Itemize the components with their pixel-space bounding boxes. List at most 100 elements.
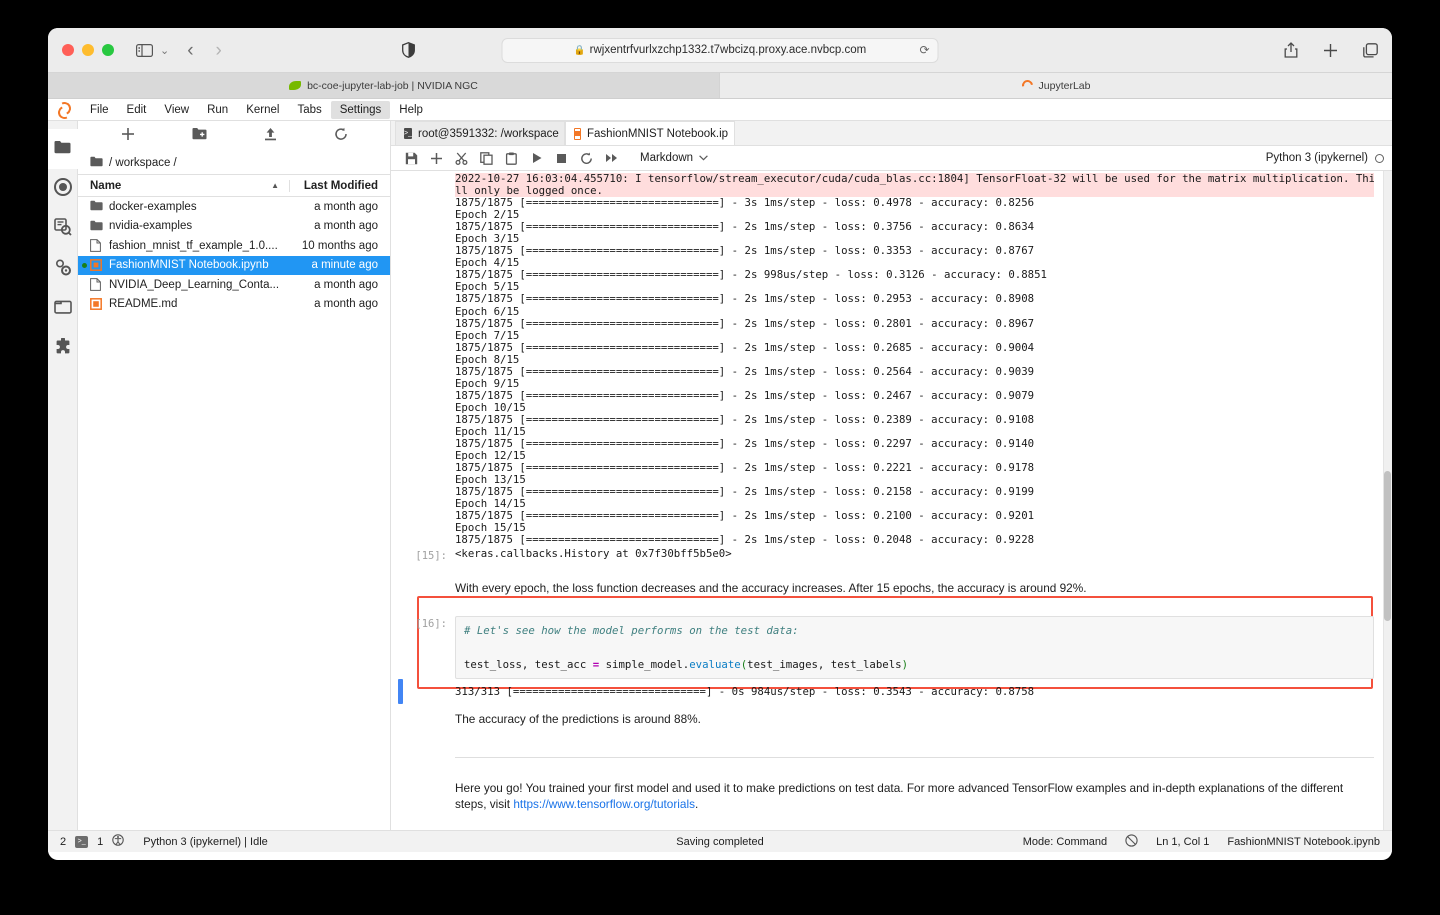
tab-overview-icon[interactable]	[1363, 42, 1378, 58]
cell-markdown-closing[interactable]: Here you go! You trained your first mode…	[391, 756, 1392, 831]
cell-markdown-accuracy-note[interactable]: The accuracy of the predictions is aroun…	[391, 711, 1392, 727]
kernel-indicator[interactable]: Python 3 (ipykernel)	[1266, 152, 1384, 164]
tab-label: root@3591332: /workspace	[417, 127, 559, 140]
markdown-body: Here you go! You trained your first mode…	[455, 756, 1392, 830]
sidebar-toggle-icon[interactable]	[136, 43, 153, 57]
list-item[interactable]: fashion_mnist_tf_example_1.0.... 10 mont…	[78, 236, 390, 256]
cell-prompt	[391, 757, 455, 831]
address-bar[interactable]: 🔒 rwjxentrfvurlxzchp1332.t7wbcizq.proxy.…	[501, 37, 939, 63]
notebook-icon	[574, 127, 581, 140]
shield-icon[interactable]	[401, 42, 415, 58]
refresh-icon[interactable]	[334, 127, 348, 146]
copy-icon[interactable]	[474, 146, 499, 171]
reload-icon[interactable]: ⟳	[919, 43, 929, 57]
browser-tab-ngc[interactable]: bc-coe-jupyter-lab-job | NVIDIA NGC	[48, 73, 720, 98]
new-tab-icon[interactable]	[1323, 43, 1338, 58]
sidebar-item-property-inspector[interactable]	[48, 249, 78, 289]
list-item[interactable]: nvidia-examples a month ago	[78, 217, 390, 237]
sidebar-item-command-palette[interactable]	[48, 209, 78, 249]
scrollbar-thumb[interactable]	[1384, 471, 1391, 621]
jupyterlab-main: / workspace / Name ▲ Last Modified docke…	[48, 121, 1392, 830]
cell-prompt	[391, 580, 455, 596]
paste-icon[interactable]	[499, 146, 524, 171]
activity-sidebar	[48, 121, 78, 830]
sort-ascending-icon: ▲	[271, 181, 279, 190]
notebook-toolbar: Markdown Python 3 (ipykernel)	[391, 146, 1392, 171]
back-icon[interactable]: ‹	[187, 41, 193, 60]
upload-icon[interactable]	[264, 127, 277, 146]
menu-run[interactable]: Run	[198, 101, 237, 119]
menu-file[interactable]: File	[81, 101, 118, 119]
breadcrumb[interactable]: / workspace /	[78, 151, 390, 175]
jupyter-logo-icon	[1019, 77, 1035, 94]
close-window-button[interactable]	[62, 44, 74, 56]
terminal-icon[interactable]: >_	[75, 835, 89, 848]
file-name-cell: README.md	[78, 297, 286, 311]
browser-tab-strip: bc-coe-jupyter-lab-job | NVIDIA NGC Jupy…	[48, 73, 1392, 99]
kernel-count[interactable]: 2	[60, 836, 66, 848]
terminal-count[interactable]: 1	[97, 836, 103, 848]
code-editor[interactable]: # Let's see how the model performs on th…	[455, 616, 1374, 680]
plus-icon[interactable]	[121, 127, 135, 146]
column-header-modified[interactable]: Last Modified	[290, 180, 390, 192]
stop-icon[interactable]	[549, 146, 574, 171]
cell-evaluate-code[interactable]: [16]: # Let's see how the model performs…	[391, 616, 1392, 680]
stderr-output: 2022-10-27 16:03:04.455710: I tensorflow…	[455, 173, 1374, 198]
paragraph-text-tail: .	[694, 796, 699, 811]
kernel-state-label[interactable]: Python 3 (ipykernel) | Idle	[143, 836, 268, 848]
puzzle-icon	[54, 336, 72, 361]
cell-prompt	[391, 686, 455, 698]
markdown-icon	[90, 297, 103, 311]
menu-tabs[interactable]: Tabs	[288, 101, 330, 119]
browser-tab-jupyterlab[interactable]: JupyterLab	[720, 73, 1392, 98]
minimize-window-button[interactable]	[82, 44, 94, 56]
plus-icon[interactable]	[424, 146, 449, 171]
status-left: 2 >_ 1 Python 3 (ipykernel) | Idle	[60, 834, 268, 849]
list-item[interactable]: NVIDIA_Deep_Learning_Conta... a month ag…	[78, 275, 390, 295]
sidebar-item-running[interactable]	[48, 169, 78, 209]
sidebar-item-open-tabs[interactable]	[48, 289, 78, 329]
running-circle-icon	[53, 177, 72, 201]
list-item[interactable]: README.md a month ago	[78, 295, 390, 315]
share-icon[interactable]	[1284, 42, 1298, 58]
save-icon[interactable]	[399, 146, 424, 171]
menu-settings[interactable]: Settings	[330, 100, 391, 119]
list-item-selected[interactable]: FashionMNIST Notebook.ipynb a minute ago	[78, 255, 390, 275]
notebook-scrollbar[interactable]	[1383, 171, 1392, 830]
file-name-label: docker-examples	[109, 200, 197, 213]
tab-terminal[interactable]: >_ root@3591332: /workspace ✕	[395, 121, 565, 145]
cell-prompt: [16]:	[415, 618, 447, 631]
restart-icon[interactable]	[574, 146, 599, 171]
folder-plus-icon[interactable]	[192, 127, 207, 145]
code-comment: # Let's see how the model performs on th…	[464, 624, 799, 638]
folder-icon	[90, 220, 103, 233]
notebook-icon	[90, 258, 103, 272]
browser-right-actions	[1284, 42, 1378, 58]
chevron-down-icon[interactable]: ⌄	[160, 44, 169, 57]
fast-forward-icon[interactable]	[599, 146, 624, 171]
forward-icon[interactable]: ›	[216, 41, 222, 60]
cell-markdown-epoch-note[interactable]: With every epoch, the loss function decr…	[391, 580, 1392, 596]
tensorflow-tutorials-link[interactable]: https://www.tensorflow.org/tutorials	[513, 797, 695, 811]
code-line: test_loss, test_acc = simple_model.evalu…	[464, 658, 909, 672]
list-item[interactable]: docker-examples a month ago	[78, 197, 390, 217]
sidebar-item-extensions[interactable]	[48, 329, 78, 369]
accessibility-icon[interactable]	[112, 834, 124, 849]
column-header-name[interactable]: Name ▲	[78, 179, 290, 192]
column-header-name-label: Name	[90, 179, 122, 192]
menu-help[interactable]: Help	[390, 101, 432, 119]
cell-type-select[interactable]: Markdown	[640, 152, 708, 164]
no-conflict-icon[interactable]	[1125, 833, 1138, 850]
file-name-label: README.md	[109, 298, 178, 311]
sidebar-item-file-browser[interactable]	[48, 129, 78, 169]
cell-history-result: [15]: <keras.callbacks.History at 0x7f30…	[391, 548, 1392, 562]
cell-prompt	[391, 711, 455, 727]
notebook-content[interactable]: 2022-10-27 16:03:04.455710: I tensorflow…	[391, 171, 1392, 830]
tab-notebook[interactable]: FashionMNIST Notebook.ip	[565, 121, 735, 145]
play-icon[interactable]	[524, 146, 549, 171]
menu-kernel[interactable]: Kernel	[237, 101, 288, 119]
menu-edit[interactable]: Edit	[118, 101, 156, 119]
menu-view[interactable]: View	[155, 101, 198, 119]
maximize-window-button[interactable]	[102, 44, 114, 56]
scissors-icon[interactable]	[449, 146, 474, 171]
